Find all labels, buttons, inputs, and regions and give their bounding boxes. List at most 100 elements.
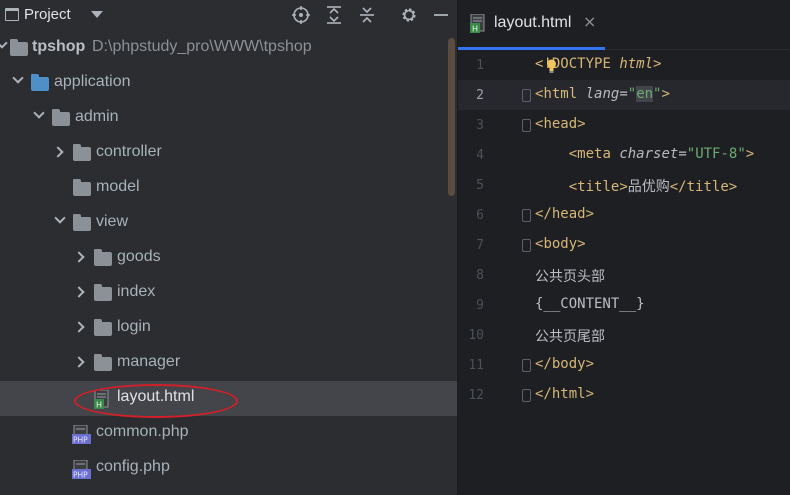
folder-icon (94, 319, 112, 336)
project-view-icon (5, 8, 19, 21)
tree-item-goods[interactable]: goods (0, 241, 457, 276)
chevron-down-icon[interactable] (12, 72, 24, 84)
code-line[interactable]: 2 <html lang="en"> (458, 80, 790, 110)
code-token: > (585, 356, 595, 372)
folder-icon (94, 284, 112, 301)
code-token: </ (535, 386, 552, 402)
code-line[interactable]: 4 <meta charset="UTF-8"> (458, 140, 790, 170)
code-token: > (577, 236, 586, 252)
chevron-down-icon[interactable] (91, 11, 103, 18)
code-token: > (728, 179, 738, 195)
code-line[interactable]: 10 公共页尾部 (458, 320, 790, 350)
code-token: en (636, 86, 654, 102)
php-file-icon: PHP (72, 459, 92, 479)
code-token: " (627, 86, 637, 102)
code-token: html (551, 386, 586, 402)
code-token: body (543, 236, 578, 252)
code-line[interactable]: 1 <!DOCTYPE html> (458, 50, 790, 80)
fold-marker-icon[interactable] (522, 359, 531, 372)
tree-item-label: login (117, 318, 151, 335)
code-text: <body> (535, 236, 586, 252)
tree-item-label: tpshop (32, 38, 86, 55)
folder-icon (10, 39, 28, 56)
locate-icon[interactable] (291, 5, 311, 25)
chevron-right-icon[interactable] (73, 321, 85, 333)
code-token: > (585, 206, 595, 222)
chevron-down-icon[interactable] (0, 37, 8, 49)
tree-item-controller[interactable]: controller (0, 136, 457, 171)
code-token: body (551, 356, 586, 372)
fold-marker-icon[interactable] (522, 209, 531, 222)
project-view-title[interactable]: Project (24, 6, 71, 23)
chevron-right-icon[interactable] (52, 146, 64, 158)
svg-text:PHP: PHP (73, 435, 88, 444)
code-line[interactable]: 8 公共页头部 (458, 260, 790, 290)
tree-item-model[interactable]: model (0, 171, 457, 206)
project-panel: Project tpshop D:\phpstudy_pro\WWW\tpsho… (0, 0, 457, 495)
chevron-right-icon[interactable] (73, 286, 85, 298)
lightbulb-icon[interactable] (546, 58, 557, 73)
code-line[interactable]: 5 <title>品优购</title> (458, 170, 790, 200)
code-editor[interactable]: H layout.html × 1 <!DOCTYPE html> 2 < htm… (458, 0, 790, 495)
chevron-right-icon[interactable] (73, 251, 85, 263)
code-token: > (653, 56, 662, 72)
tree-item-label: common.php (96, 423, 189, 440)
code-line[interactable]: 12 </html> (458, 380, 790, 410)
code-line[interactable]: 7 <body> (458, 230, 790, 260)
fold-marker-icon[interactable] (522, 119, 531, 132)
tree-item-admin[interactable]: admin (0, 101, 457, 136)
chevron-right-icon[interactable] (73, 356, 85, 368)
code-text: 公共页头部 (535, 269, 605, 285)
tree-item-login[interactable]: login (0, 311, 457, 346)
line-number: 8 (476, 268, 484, 283)
line-number: 1 (476, 58, 484, 73)
chevron-down-icon[interactable] (54, 212, 66, 224)
code-token: > (661, 86, 670, 102)
code-token: 品优购 (627, 179, 670, 195)
fold-marker-icon[interactable] (522, 239, 531, 252)
gear-icon[interactable] (399, 5, 419, 25)
code-token: "UTF-8" (686, 146, 746, 162)
tree-item-label: goods (117, 248, 161, 265)
project-scrollbar[interactable] (448, 38, 455, 196)
tree-item-manager[interactable]: manager (0, 346, 457, 381)
tab-layout-html[interactable]: H layout.html × (458, 0, 605, 50)
tree-item-index[interactable]: index (0, 276, 457, 311)
php-file-icon: PHP (72, 424, 92, 444)
code-token: > (585, 386, 595, 402)
code-line[interactable]: 3 <head> (458, 110, 790, 140)
tree-item-label: config.php (96, 458, 170, 475)
tree-item-view[interactable]: view (0, 206, 457, 241)
tree-item-tpshop[interactable]: tpshop D:\phpstudy_pro\WWW\tpshop (0, 31, 457, 66)
code-line[interactable]: 6 </head> (458, 200, 790, 230)
line-number: 6 (476, 208, 484, 223)
code-text: </html> (535, 386, 594, 402)
collapse-all-icon[interactable] (357, 5, 377, 25)
code-token: </ (669, 179, 687, 195)
annotation-ellipse (74, 384, 238, 418)
tree-item-config-php[interactable]: PHP config.php (0, 451, 457, 486)
code-token: title (577, 179, 620, 195)
minimize-icon[interactable] (431, 5, 451, 25)
expand-all-icon[interactable] (324, 5, 344, 25)
line-number: 10 (468, 328, 484, 343)
chevron-down-icon[interactable] (33, 107, 45, 119)
code-token: title (686, 179, 729, 195)
tree-item-common-php[interactable]: PHP common.php (0, 416, 457, 451)
code-token: < (568, 179, 578, 195)
fold-marker-icon[interactable] (522, 89, 531, 102)
close-icon[interactable]: × (583, 12, 596, 31)
fold-marker-icon[interactable] (522, 389, 531, 402)
folder-icon (73, 179, 91, 196)
project-root-path: D:\phpstudy_pro\WWW\tpshop (92, 38, 312, 55)
code-token: lang (585, 86, 620, 102)
code-line[interactable]: 11 </body> (458, 350, 790, 380)
tree-item-application[interactable]: application (0, 66, 457, 101)
code-token: > (577, 116, 586, 132)
code-line[interactable]: 9 {__CONTENT__} (458, 290, 790, 320)
line-number: 4 (476, 148, 484, 163)
code-text: <html lang="en"> (535, 86, 670, 102)
